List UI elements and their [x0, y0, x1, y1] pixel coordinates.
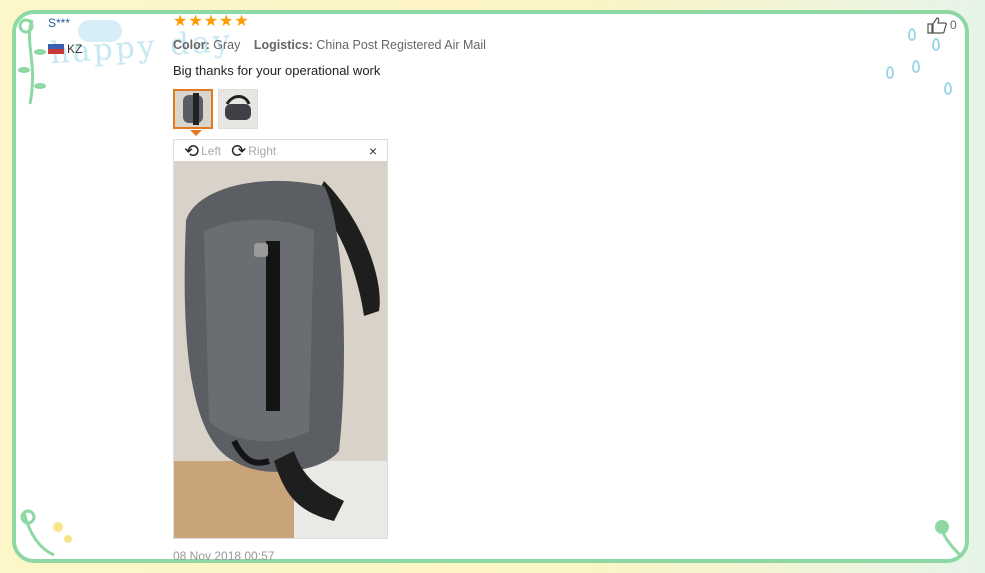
feedback-text: Big thanks for your operational work	[173, 63, 381, 78]
star-icon: ★	[188, 13, 203, 30]
photo-viewer: ⟲ Left ⟳ Right ×	[173, 139, 388, 539]
rotate-left-label: Left	[201, 143, 222, 158]
rotate-left-button[interactable]: ⟲ Left	[184, 142, 221, 160]
logistics-label: Logistics:	[253, 38, 313, 52]
photo-thumbnail-2[interactable]	[218, 89, 258, 129]
thumbnail-image-bag-vertical	[175, 91, 211, 127]
star-icon: ★	[234, 13, 249, 30]
rotate-right-button[interactable]: ⟳ Right	[231, 142, 276, 160]
reviewer-name: S***	[48, 16, 71, 30]
country-code: KZ	[67, 42, 83, 56]
decorative-vine-bottom-left	[20, 509, 72, 557]
helpful-count: 0	[950, 18, 957, 32]
flag-icon	[48, 44, 64, 54]
logistics-value: China Post Registered Air Mail	[316, 38, 486, 52]
rotate-right-label: Right	[248, 143, 277, 158]
selected-thumbnail-caret	[190, 130, 202, 136]
decorative-frame	[12, 10, 969, 563]
rotate-left-icon: ⟲	[184, 140, 200, 161]
thumbs-up-icon	[927, 17, 948, 34]
photo-thumbnail-1[interactable]	[173, 89, 213, 129]
review-photo	[174, 161, 387, 538]
close-icon[interactable]: ×	[369, 143, 377, 159]
order-info: Color: Gray Logistics: China Post Regist…	[173, 38, 496, 52]
color-value: Gray	[213, 38, 241, 52]
photo-thumbnails	[173, 89, 258, 129]
decorative-vine-bottom-right	[935, 520, 962, 557]
star-icon: ★	[173, 13, 188, 30]
thumbnail-image-bag-horizontal	[219, 90, 257, 128]
review-date: 08 Nov 2018 00:57	[173, 549, 275, 563]
helpful-vote[interactable]: 0	[926, 16, 957, 34]
color-label: Color:	[173, 38, 210, 52]
star-rating: ★ ★ ★ ★ ★	[173, 14, 249, 30]
viewer-toolbar: ⟲ Left ⟳ Right ×	[174, 140, 387, 161]
star-icon: ★	[203, 13, 219, 30]
rotate-right-icon: ⟳	[231, 140, 247, 161]
star-icon: ★	[219, 13, 234, 30]
reviewer-country: KZ	[48, 42, 82, 56]
